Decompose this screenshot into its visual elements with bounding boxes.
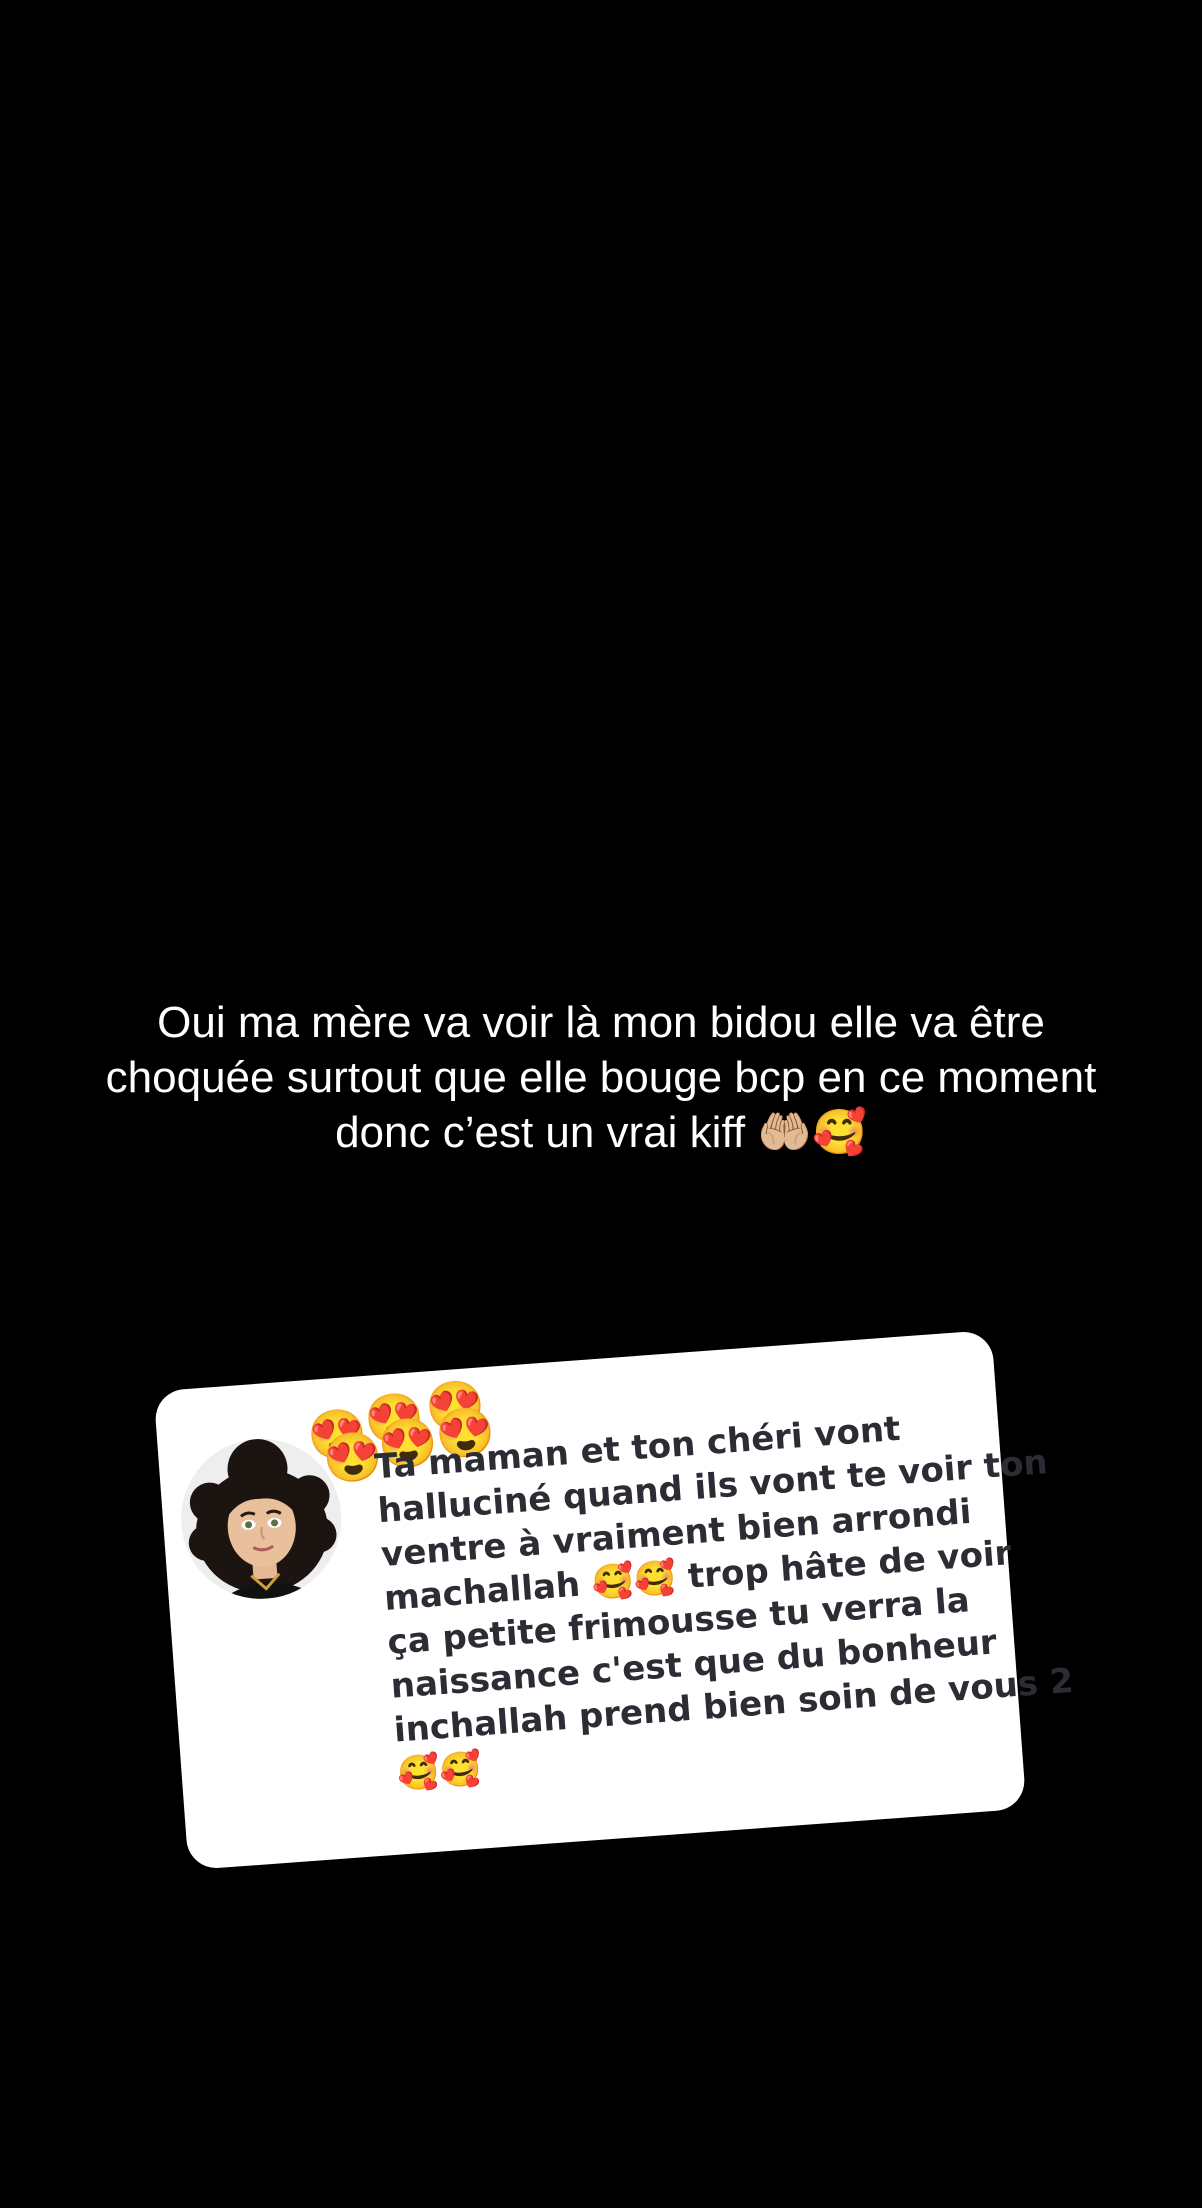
story-canvas: Oui ma mère va voir là mon bidou elle va… <box>0 0 1202 2208</box>
story-caption: Oui ma mère va voir là mon bidou elle va… <box>40 995 1162 1160</box>
reply-message-text: Ta maman et ton chéri vont halluciné qua… <box>373 1402 1075 1797</box>
caption-line: Oui ma mère va voir là mon bidou elle va… <box>157 998 1045 1047</box>
reply-sticker-card[interactable]: 😍 😍 😍 😍 😍 😍 Ta maman et ton chéri vont h… <box>153 1329 1075 1871</box>
caption-line: donc c’est un vrai kiff 🤲🏼🥰 <box>335 1108 867 1157</box>
caption-line: choquée surtout que elle bouge bcp en ce… <box>105 1053 1097 1102</box>
